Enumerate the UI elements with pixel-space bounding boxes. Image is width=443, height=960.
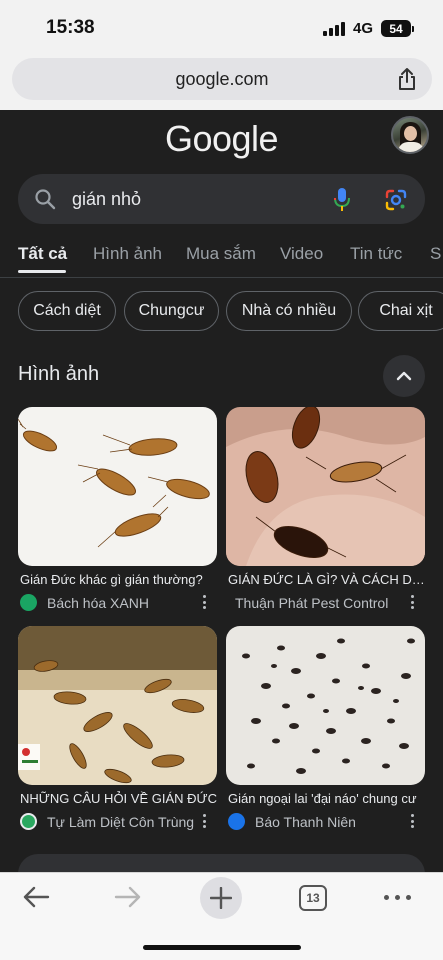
result-title[interactable]: Gián ngoại lai 'đại náo' chung cư (228, 791, 427, 806)
more-options-icon[interactable] (203, 814, 207, 828)
search-input[interactable]: gián nhỏ (18, 174, 425, 224)
search-query[interactable]: gián nhỏ (72, 189, 141, 210)
share-icon[interactable] (396, 67, 418, 91)
source-label: Thuận Phát Pest Control (235, 595, 389, 611)
back-arrow-icon[interactable] (22, 885, 50, 909)
forward-arrow-icon[interactable] (114, 885, 142, 909)
result-source[interactable]: Thuận Phát Pest Control (228, 594, 427, 612)
network-label: 4G (353, 20, 374, 37)
result-source[interactable]: Tự Làm Diệt Côn Trùng (20, 813, 219, 831)
result-title[interactable]: NHỮNG CÂU HỎI VỀ GIÁN ĐỨC (20, 791, 219, 806)
result-image[interactable] (226, 626, 425, 785)
tab-video[interactable]: Video (280, 244, 323, 264)
home-indicator (143, 945, 301, 950)
result-image[interactable] (18, 407, 217, 566)
google-logo[interactable]: Google (0, 118, 443, 160)
bao-thanh-nien-favicon (228, 813, 245, 830)
tab-all[interactable]: Tất cả (18, 244, 67, 264)
result-title[interactable]: Gián Đức khác gì gián thường? (20, 572, 219, 587)
browser-url-area: google.com (0, 52, 443, 110)
source-label: Báo Thanh Niên (255, 814, 356, 830)
divider (0, 277, 443, 278)
google-results-page: Google gián nhỏ Tất cả Hình ảnh Mua sắm … (0, 110, 443, 872)
result-title[interactable]: GIÁN ĐỨC LÀ GÌ? VÀ CÁCH DIỆT (228, 572, 427, 587)
tu-lam-diet-con-trung-favicon (20, 813, 37, 830)
search-tabs: Tất cả Hình ảnh Mua sắm Video Tin tức S (0, 236, 443, 276)
result-source[interactable]: Bách hóa XANH (20, 594, 219, 612)
more-options-icon[interactable] (203, 595, 207, 609)
search-icon (35, 189, 56, 210)
result-source[interactable]: Báo Thanh Niên (228, 813, 427, 831)
url-text[interactable]: google.com (12, 69, 432, 90)
chevron-up-icon (396, 371, 412, 381)
result-image[interactable] (226, 407, 425, 566)
collapse-button[interactable] (383, 355, 425, 397)
browser-toolbar: 13 (0, 872, 443, 960)
more-menu-icon[interactable] (384, 895, 412, 901)
google-lens-icon[interactable] (384, 188, 408, 212)
more-options-icon[interactable] (411, 595, 415, 609)
chip-filter[interactable]: Chai xịt (358, 291, 443, 331)
chip-filter[interactable]: Chungcư (124, 291, 219, 331)
plus-icon (210, 887, 232, 909)
new-tab-button[interactable] (200, 877, 242, 919)
source-label: Tự Làm Diệt Côn Trùng (47, 814, 195, 830)
tab-switcher-button[interactable]: 13 (299, 885, 327, 911)
show-more-button[interactable] (18, 854, 425, 872)
active-tab-indicator (18, 270, 66, 273)
tab-shopping[interactable]: Mua sắm (186, 244, 256, 264)
status-bar: 15:38 4G 54 (0, 0, 443, 52)
chip-filter[interactable]: Nhà có nhiều (226, 291, 352, 331)
chip-filter[interactable]: Cách diệt (18, 291, 116, 331)
status-time: 15:38 (46, 17, 95, 38)
tab-more[interactable]: S (430, 244, 441, 264)
tab-news[interactable]: Tin tức (350, 244, 402, 264)
source-label: Bách hóa XANH (47, 595, 149, 611)
microphone-icon[interactable] (332, 187, 352, 213)
tab-images[interactable]: Hình ảnh (93, 244, 162, 264)
section-title: Hình ảnh (18, 363, 100, 385)
battery-icon: 54 (381, 20, 414, 37)
signal-icon (323, 21, 345, 36)
avatar[interactable] (391, 116, 429, 154)
address-bar[interactable]: google.com (12, 58, 432, 100)
bach-hoa-xanh-favicon (20, 594, 37, 611)
result-image[interactable] (18, 626, 217, 785)
more-options-icon[interactable] (411, 814, 415, 828)
